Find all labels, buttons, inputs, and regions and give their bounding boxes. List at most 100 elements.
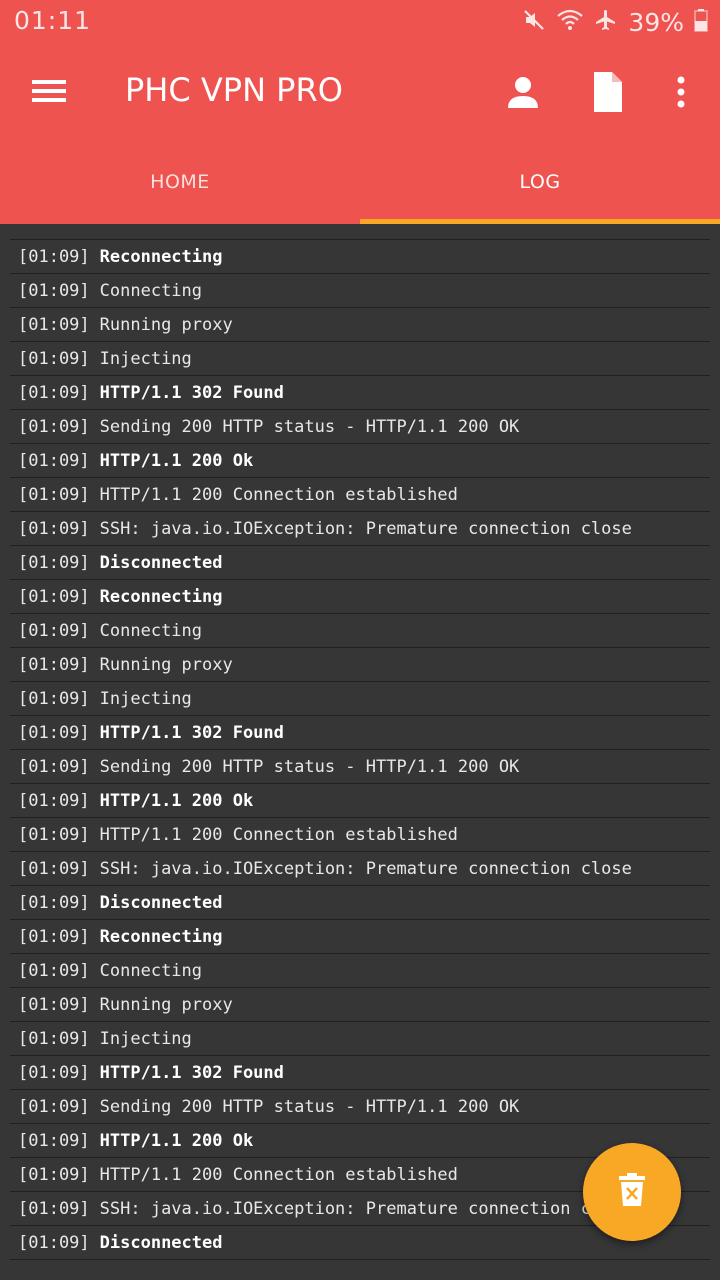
log-message: Running proxy — [99, 654, 233, 675]
mute-icon — [522, 8, 546, 36]
log-timestamp: [01:09] — [18, 994, 90, 1015]
log-message: Sending 200 HTTP status - HTTP/1.1 200 O… — [99, 416, 520, 437]
log-message: HTTP/1.1 200 Ok — [99, 1130, 254, 1151]
log-timestamp: [01:09] — [18, 518, 90, 539]
log-message: HTTP/1.1 302 Found — [99, 1062, 284, 1083]
log-entry: [01:09] HTTP/1.1 302 Found — [10, 1056, 710, 1090]
log-timestamp: [01:09] — [18, 1198, 90, 1219]
log-timestamp: [01:09] — [18, 348, 90, 369]
log-timestamp: [01:09] — [18, 1232, 90, 1253]
log-entry: [01:09] Injecting — [10, 1022, 710, 1056]
log-message: SSH: java.io.IOException: Premature conn… — [99, 1198, 632, 1219]
log-message: SSH: java.io.IOException: Premature conn… — [99, 858, 632, 879]
log-timestamp: [01:09] — [18, 756, 90, 777]
status-time: 01:11 — [14, 6, 92, 35]
log-entry: [01:09] Connecting — [10, 954, 710, 988]
tab-log[interactable]: LOG — [360, 140, 720, 224]
log-timestamp: [01:09] — [18, 1028, 90, 1049]
log-entry: [01:09] Reconnecting — [10, 240, 710, 274]
log-entry: [01:09] HTTP/1.1 302 Found — [10, 376, 710, 410]
log-entry: [01:09] Injecting — [10, 682, 710, 716]
log-entry: [01:09] SSH: java.io.IOException: Prematu… — [10, 852, 710, 886]
log-message: Injecting — [99, 348, 192, 369]
log-timestamp: [01:09] — [18, 790, 90, 811]
log-timestamp: [01:09] — [18, 1164, 90, 1185]
status-bar: 01:11 39% — [0, 0, 720, 44]
log-entry: [01:09] Sending 200 HTTP status - HTTP/1.… — [10, 1090, 710, 1124]
log-timestamp: [01:09] — [18, 620, 90, 641]
battery-icon — [694, 8, 708, 36]
log-entry: [01:09] Sending 200 HTTP status - HTTP/1.… — [10, 750, 710, 784]
log-message: Sending 200 HTTP status - HTTP/1.1 200 O… — [99, 1096, 520, 1117]
log-message: HTTP/1.1 200 Connection established — [99, 1164, 458, 1185]
log-message: Reconnecting — [99, 926, 223, 947]
menu-icon[interactable] — [28, 70, 70, 112]
app-bar: PHC VPN PRO — [0, 44, 720, 140]
log-timestamp: [01:09] — [18, 416, 90, 437]
log-message: Sending 200 HTTP status - HTTP/1.1 200 O… — [99, 756, 520, 777]
log-timestamp: [01:09] — [18, 892, 90, 913]
log-entry: [01:09] Running proxy — [10, 308, 710, 342]
log-message: HTTP/1.1 200 Connection established — [99, 484, 458, 505]
log-timestamp: [01:09] — [18, 1062, 90, 1083]
log-message: HTTP/1.1 200 Ok — [99, 790, 254, 811]
log-message: Running proxy — [99, 314, 233, 335]
log-message: HTTP/1.1 200 Ok — [99, 450, 254, 471]
airplane-icon — [594, 8, 618, 36]
more-vert-icon[interactable] — [668, 72, 694, 114]
log-timestamp: [01:09] — [18, 722, 90, 743]
log-message: Connecting — [99, 620, 203, 641]
log-timestamp: [01:09] — [18, 246, 90, 267]
log-message: Reconnecting — [99, 246, 223, 267]
log-timestamp: [01:09] — [18, 960, 90, 981]
log-message: Disconnected — [99, 552, 223, 573]
log-timestamp: [01:09] — [18, 926, 90, 947]
log-timestamp: [01:09] — [18, 654, 90, 675]
log-timestamp: [01:09] — [18, 552, 90, 573]
log-entry: [01:09] Injecting — [10, 342, 710, 376]
app-title: PHC VPN PRO — [125, 71, 343, 109]
log-message: Injecting — [99, 688, 192, 709]
log-entry: [01:09] SSH: java.io.IOException: Prematu… — [10, 512, 710, 546]
document-icon[interactable] — [588, 70, 628, 114]
log-message: Reconnecting — [99, 586, 223, 607]
log-message: HTTP/1.1 200 Connection established — [99, 824, 458, 845]
log-timestamp: [01:09] — [18, 586, 90, 607]
log-entry: [01:09] HTTP/1.1 200 Connection establish… — [10, 818, 710, 852]
log-timestamp: [01:09] — [18, 450, 90, 471]
log-timestamp: [01:09] — [18, 1096, 90, 1117]
log-message: HTTP/1.1 302 Found — [99, 722, 284, 743]
log-message: HTTP/1.1 302 Found — [99, 382, 284, 403]
log-entry: [01:09] HTTP/1.1 200 Ok — [10, 444, 710, 478]
log-entry: [01:09] Sending 200 HTTP status - HTTP/1.… — [10, 410, 710, 444]
log-timestamp: [01:09] — [18, 688, 90, 709]
log-list[interactable]: [01:09] Reconnecting [01:09] Connecting [01:… — [10, 239, 710, 1260]
log-timestamp: [01:09] — [18, 382, 90, 403]
log-timestamp: [01:09] — [18, 824, 90, 845]
log-message: Running proxy — [99, 994, 233, 1015]
clear-log-icon — [617, 1172, 647, 1212]
log-entry: [01:09] HTTP/1.1 200 Ok — [10, 784, 710, 818]
log-timestamp: [01:09] — [18, 1130, 90, 1151]
tab-bar: HOME LOG — [0, 140, 720, 224]
log-entry: [01:09] Connecting — [10, 614, 710, 648]
wifi-icon — [556, 8, 584, 36]
log-entry: [01:09] Disconnected — [10, 546, 710, 580]
user-icon[interactable] — [502, 72, 544, 114]
log-timestamp: [01:09] — [18, 314, 90, 335]
log-message: Connecting — [99, 960, 203, 981]
log-entry: [01:09] Disconnected — [10, 886, 710, 920]
log-entry: [01:09] Reconnecting — [10, 920, 710, 954]
log-entry: [01:09] HTTP/1.1 200 Connection establish… — [10, 478, 710, 512]
status-icons: 39% — [522, 6, 708, 38]
log-message: Connecting — [99, 280, 203, 301]
battery-percent: 39% — [628, 7, 684, 37]
log-timestamp: [01:09] — [18, 484, 90, 505]
clear-log-button[interactable] — [583, 1143, 681, 1241]
log-entry: [01:09] Connecting — [10, 274, 710, 308]
tab-home[interactable]: HOME — [0, 140, 360, 224]
log-timestamp: [01:09] — [18, 858, 90, 879]
log-entry: [01:09] Running proxy — [10, 988, 710, 1022]
log-entry: [01:09] Reconnecting — [10, 580, 710, 614]
log-message: Disconnected — [99, 892, 223, 913]
